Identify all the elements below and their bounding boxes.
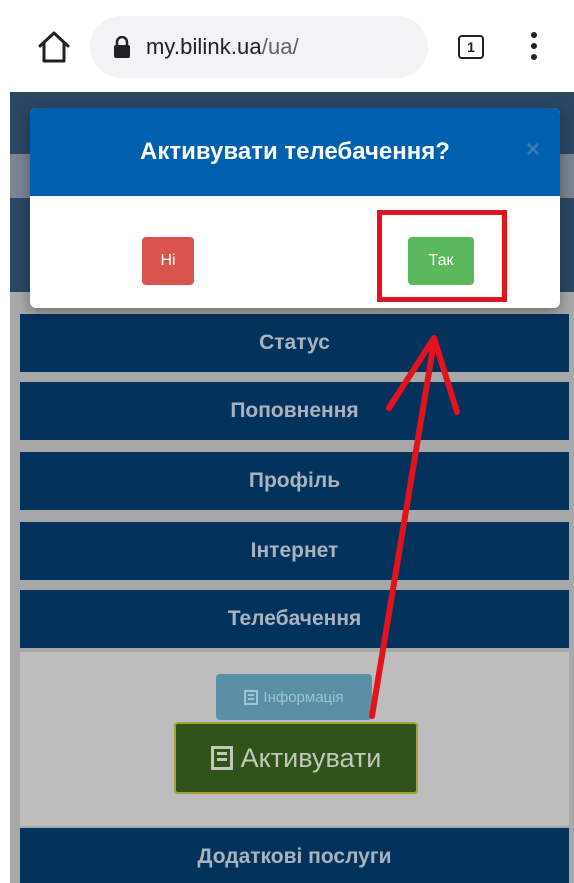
url-path: /ua/	[261, 34, 299, 59]
no-button[interactable]: Ні	[142, 237, 194, 285]
document-icon	[210, 746, 233, 770]
activate-button-label: Активувати	[240, 742, 382, 773]
address-bar[interactable]: my.bilink.ua/ua/	[90, 16, 428, 78]
dialog-header: Активувати телебачення? ×	[30, 108, 560, 196]
dialog-title: Активувати телебачення?	[140, 138, 450, 165]
menu-item-status[interactable]: Статус	[20, 314, 569, 372]
highlight-box	[377, 210, 507, 302]
menu-item-label: Поповнення	[230, 399, 359, 422]
menu-item-internet[interactable]: Інтернет	[20, 522, 569, 580]
close-icon[interactable]: ×	[526, 136, 540, 164]
activate-button[interactable]: Активувати	[174, 722, 418, 794]
info-button-label: Інформація	[263, 688, 344, 706]
menu-item-extra-services[interactable]: Додаткові послуги	[20, 828, 569, 883]
menu-item-label: Інтернет	[250, 539, 339, 562]
menu-item-label: Додаткові послуги	[197, 845, 392, 868]
menu-item-label: Профіль	[248, 469, 341, 492]
url-domain: my.bilink.ua	[146, 34, 262, 59]
menu-item-topup[interactable]: Поповнення	[20, 382, 569, 440]
menu-item-television[interactable]: Телебачення	[20, 590, 569, 648]
info-button[interactable]: Інформація	[216, 674, 372, 720]
menu-item-label: Телебачення	[227, 607, 362, 630]
browser-toolbar: my.bilink.ua/ua/ 1	[0, 0, 574, 92]
menu-item-profile[interactable]: Профіль	[20, 452, 569, 510]
url-text: my.bilink.ua/ua/	[146, 34, 299, 60]
document-icon	[244, 689, 259, 705]
home-icon[interactable]	[36, 30, 72, 64]
lock-icon	[114, 35, 130, 58]
tab-switcher-icon[interactable]: 1	[458, 35, 484, 59]
more-vert-icon[interactable]	[528, 32, 540, 64]
menu-item-label: Статус	[259, 331, 330, 354]
